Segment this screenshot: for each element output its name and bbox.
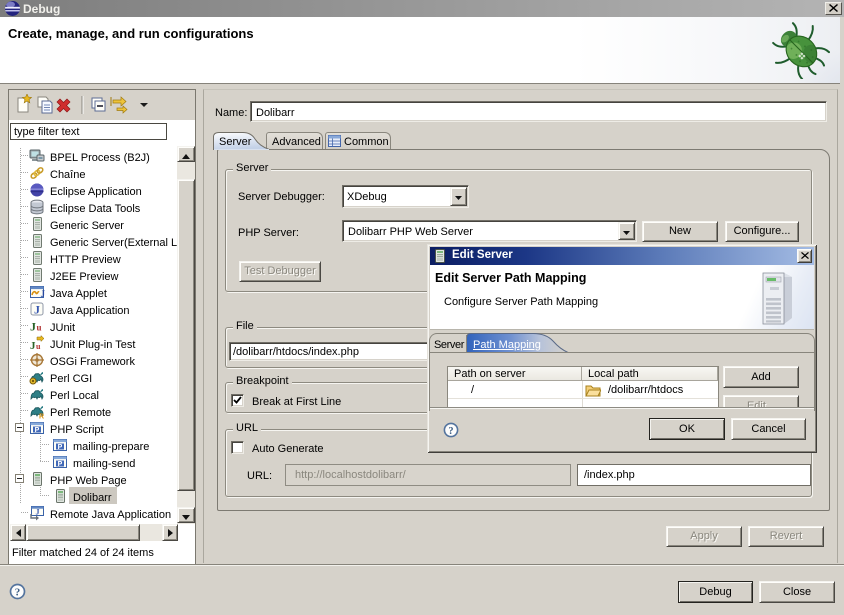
svg-text:?: ? [448,426,453,437]
svg-text:J: J [30,320,36,334]
svg-text:J: J [34,303,40,317]
svg-text:J: J [41,289,46,299]
svg-text:P: P [58,461,63,468]
svg-text:J: J [36,508,40,517]
svg-text:P: P [35,427,40,434]
svg-text:u: u [37,323,42,333]
svg-text:u: u [36,342,41,351]
svg-text:?: ? [15,587,21,599]
svg-text:P: P [58,444,63,451]
